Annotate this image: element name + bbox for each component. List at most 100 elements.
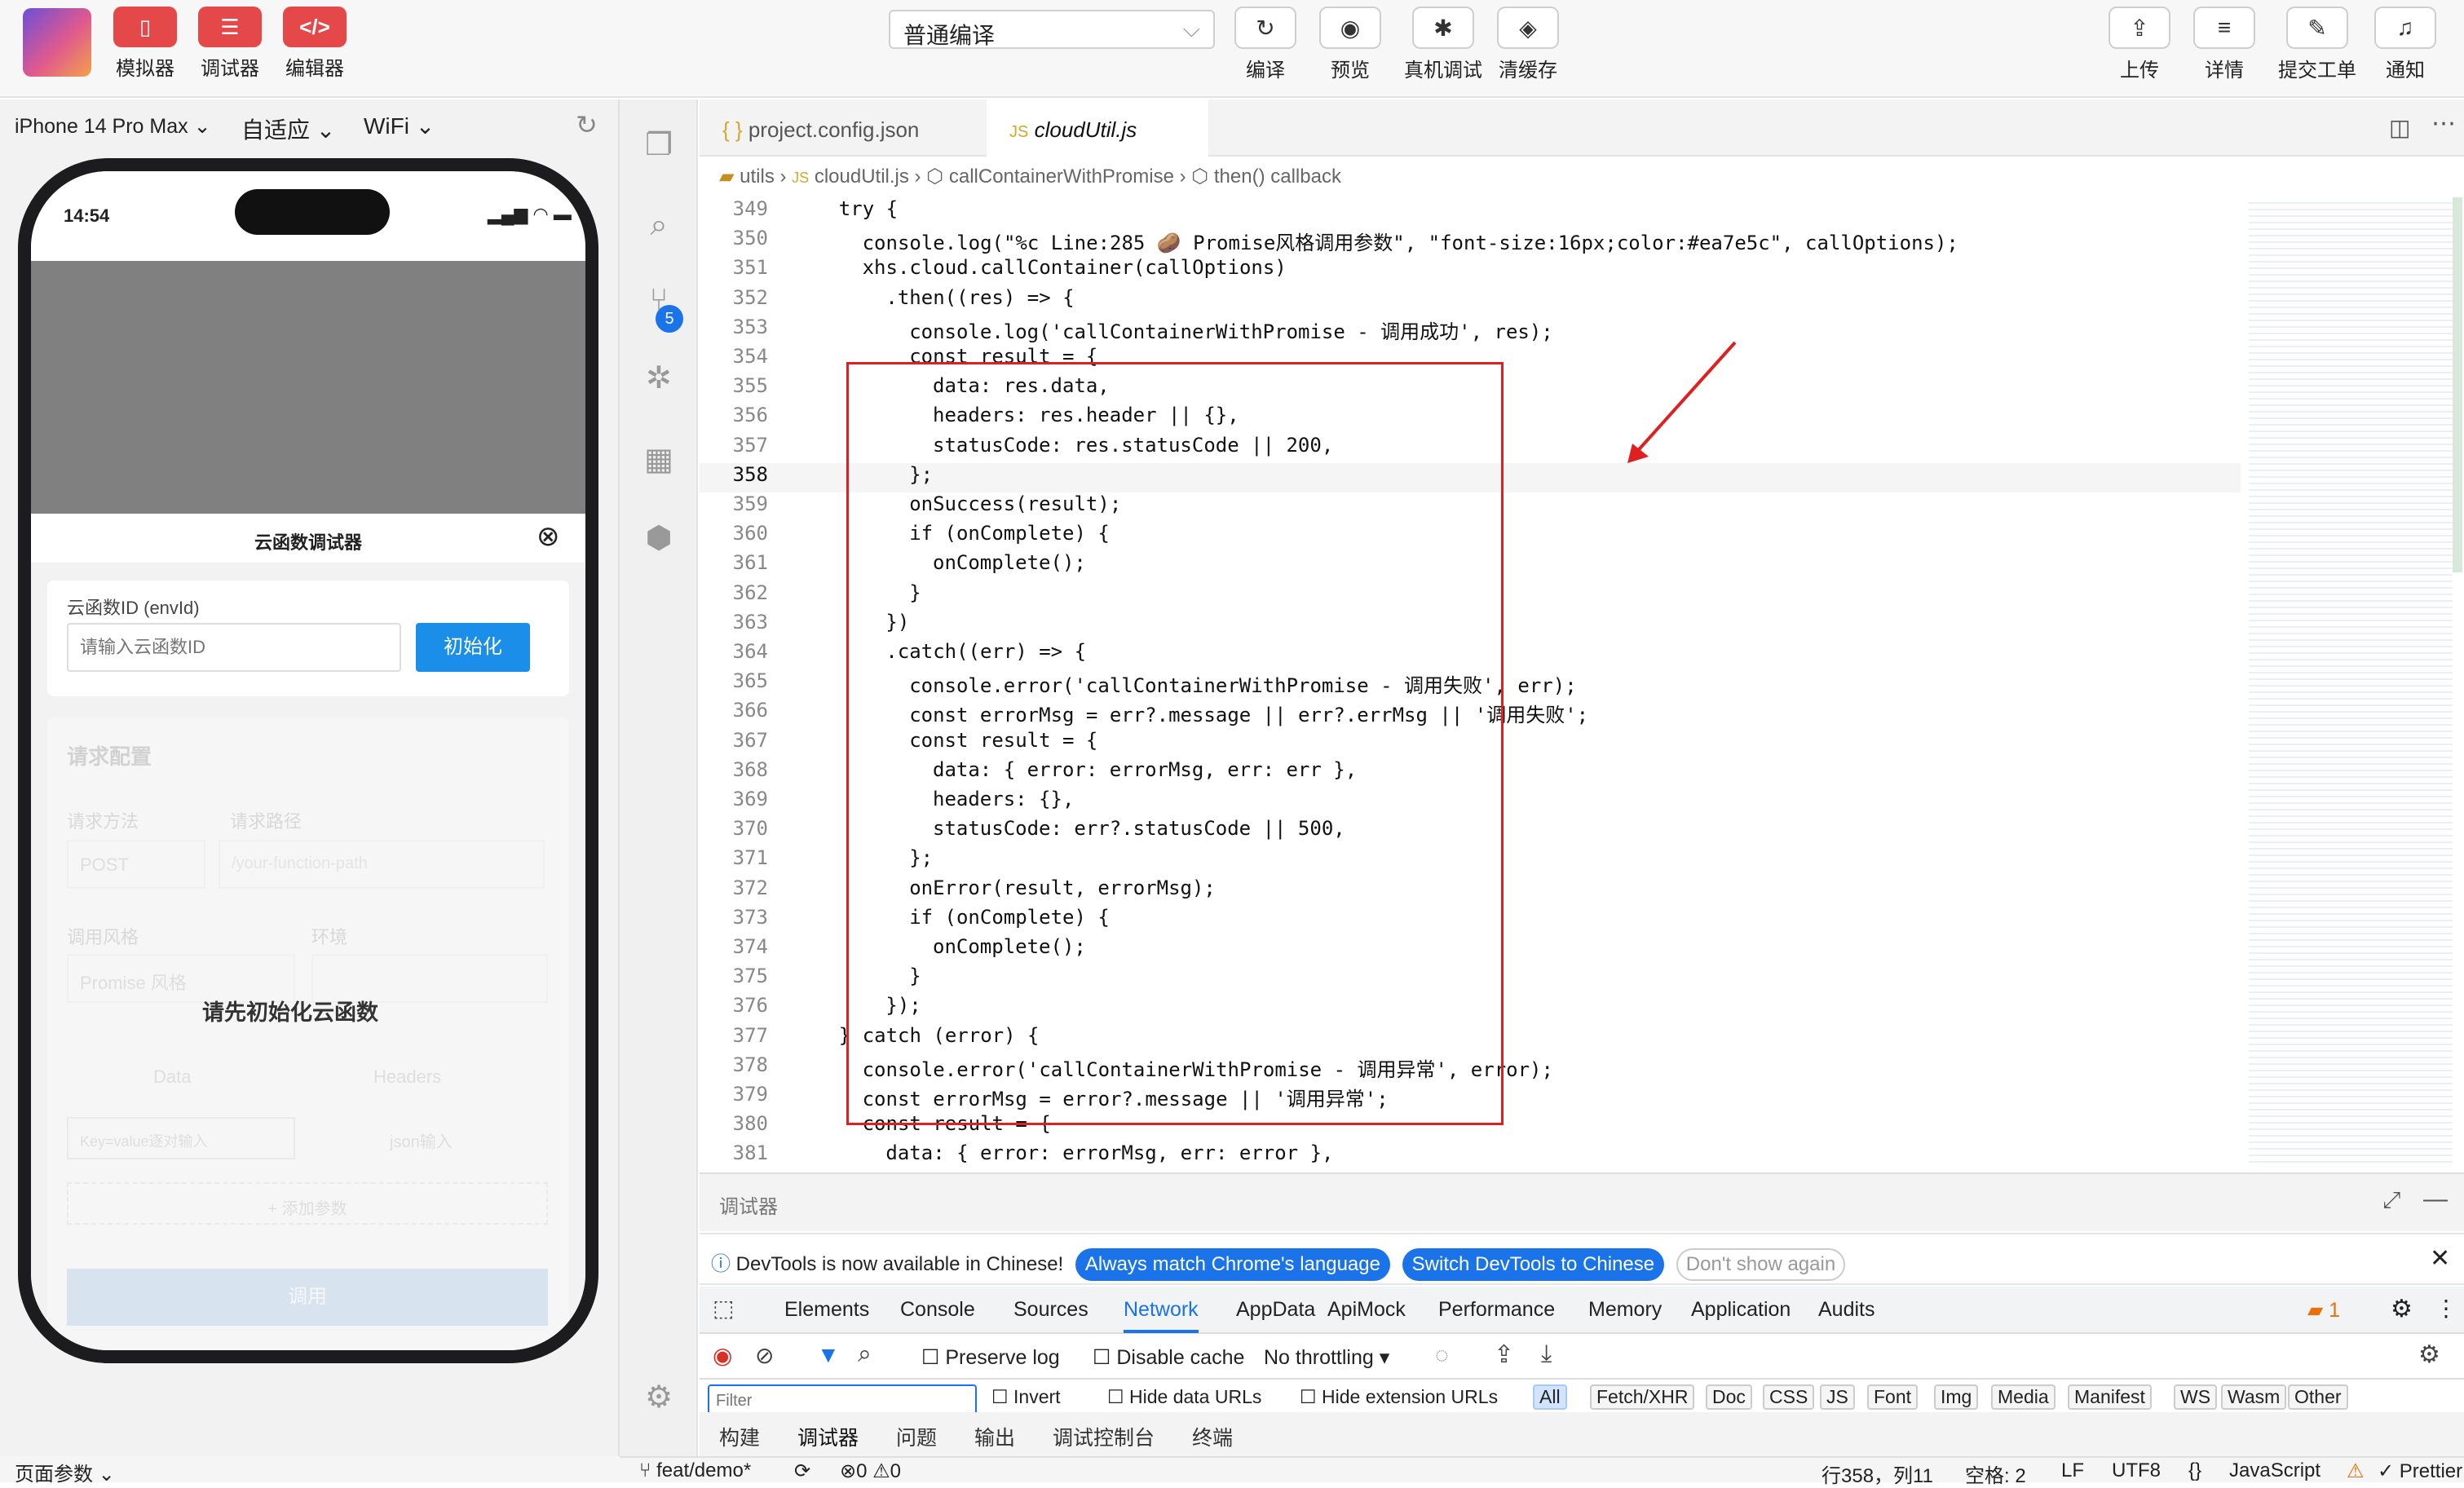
breadcrumb-utils[interactable]: utils — [740, 166, 775, 188]
real-device-debug-button[interactable]: ✱ 真机调试 — [1402, 7, 1484, 82]
settings-gear-icon[interactable]: ⚙ — [2391, 1295, 2413, 1323]
type-filter-doc[interactable]: Doc — [1706, 1384, 1752, 1410]
more-vertical-icon[interactable]: ⋮ — [2435, 1295, 2457, 1322]
type-filter-manifest[interactable]: Manifest — [2068, 1384, 2152, 1410]
devtools-tab-network[interactable]: Network — [1124, 1298, 1199, 1333]
compile-button[interactable]: ↻ 编译 — [1233, 7, 1298, 82]
device-select[interactable]: iPhone 14 Pro Max ⌄ — [15, 114, 211, 139]
settings-gear-icon[interactable]: ⚙ — [639, 1378, 678, 1417]
init-button[interactable]: 初始化 — [416, 623, 530, 672]
bottom-tab[interactable]: 构建 — [719, 1422, 760, 1451]
type-filter-all[interactable]: All — [1533, 1384, 1567, 1410]
bottom-tab[interactable]: 输出 — [974, 1422, 1015, 1451]
throttling-select[interactable]: No throttling ▾ — [1264, 1345, 1389, 1370]
preserve-log-checkbox[interactable]: ☐ Preserve log — [921, 1345, 1060, 1370]
switch-chinese-button[interactable]: Switch DevTools to Chinese — [1402, 1248, 1665, 1281]
dont-show-again-button[interactable]: Don't show again — [1676, 1248, 1846, 1281]
filter-icon[interactable]: ▼ — [817, 1342, 840, 1368]
more-icon[interactable]: ⋯ — [2431, 109, 2456, 138]
breadcrumb-callback[interactable]: then() callback — [1214, 166, 1341, 188]
bottom-tab[interactable]: 调试器 — [797, 1422, 859, 1459]
scrollbar[interactable] — [2453, 197, 2462, 572]
code-line[interactable]: 353 console.log('callContainerWithPromise… — [700, 316, 2241, 345]
app-avatar[interactable] — [23, 8, 91, 77]
type-filter-wasm[interactable]: Wasm — [2221, 1384, 2287, 1410]
indent-setting[interactable]: 空格: 2 — [1965, 1459, 2026, 1488]
export-har-icon[interactable]: ⤓ — [1541, 1340, 1552, 1368]
submit-ticket-button[interactable]: ✎ 提交工单 — [2276, 7, 2358, 82]
devtools-tab-memory[interactable]: Memory — [1588, 1298, 1662, 1322]
clear-icon[interactable]: ⊘ — [755, 1342, 774, 1369]
type-filter-css[interactable]: CSS — [1763, 1384, 1815, 1410]
scale-select[interactable]: 自适应 ⌄ — [241, 113, 335, 145]
close-icon[interactable]: ⊗ — [537, 520, 560, 553]
git-branch[interactable]: ⑂ feat/demo* — [639, 1459, 751, 1482]
bottom-tab[interactable]: 终端 — [1192, 1422, 1233, 1451]
split-editor-icon[interactable]: ◫ — [2389, 114, 2410, 141]
compile-mode-select[interactable]: 普通编译 ⌵ — [889, 10, 1215, 49]
invert-checkbox[interactable]: ☐ Invert — [991, 1386, 1061, 1408]
expand-icon[interactable]: ⤢ — [2382, 1187, 2400, 1214]
language-mode[interactable]: JavaScript — [2229, 1459, 2320, 1482]
import-har-icon[interactable]: ⇪ — [1494, 1340, 1514, 1369]
code-line[interactable]: 351 xhs.cloud.callContainer(callOptions) — [700, 256, 2241, 285]
simulator-toggle-button[interactable]: ▯ 模拟器 — [113, 7, 178, 81]
devtools-tab-sources[interactable]: Sources — [1013, 1298, 1088, 1322]
type-filter-media[interactable]: Media — [1991, 1384, 2056, 1410]
bottom-tab[interactable]: 调试控制台 — [1053, 1422, 1155, 1451]
rotate-icon[interactable]: ↻ — [576, 109, 598, 140]
type-filter-ws[interactable]: WS — [2174, 1384, 2218, 1410]
files-icon[interactable]: ❐ — [639, 126, 678, 165]
search-icon[interactable]: ⌕ — [639, 205, 678, 245]
prettier-status[interactable]: ✓ Prettier — [2378, 1459, 2462, 1483]
breadcrumb-function[interactable]: callContainerWithPromise — [949, 166, 1174, 188]
debug-icon[interactable]: ✲ — [639, 359, 678, 398]
type-filter-other[interactable]: Other — [2288, 1384, 2348, 1410]
match-language-button[interactable]: Always match Chrome's language — [1075, 1248, 1390, 1281]
cursor-position[interactable]: 行358，列11 — [1822, 1459, 1933, 1488]
encoding-setting[interactable]: UTF8 — [2112, 1459, 2161, 1482]
devtools-tab-performance[interactable]: Performance — [1438, 1298, 1555, 1322]
devtools-tab-appdata[interactable]: AppData — [1236, 1298, 1315, 1322]
code-line[interactable]: 350 console.log("%c Line:285 🥔 Promise风格调… — [700, 227, 2241, 256]
extensions-icon[interactable]: ▦ — [639, 440, 678, 479]
debugger-toggle-button[interactable]: ☰ 调试器 — [197, 7, 263, 81]
type-filter-js[interactable]: JS — [1820, 1384, 1855, 1410]
details-button[interactable]: ≡ 详情 — [2192, 7, 2257, 82]
problems-indicator[interactable]: ⊗0 ⚠0 — [840, 1459, 901, 1483]
devtools-tab-console[interactable]: Console — [900, 1298, 975, 1322]
search-icon[interactable]: ⌕ — [858, 1340, 872, 1368]
code-line[interactable]: 381 data: { error: errorMsg, err: error }… — [700, 1141, 2241, 1171]
breadcrumb-file[interactable]: cloudUtil.js — [815, 166, 909, 188]
code-line[interactable]: 352 .then((res) => { — [700, 286, 2241, 316]
preview-button[interactable]: ◉ 预览 — [1318, 7, 1383, 82]
notification-button[interactable]: ♫ 通知 — [2373, 7, 2438, 82]
devtools-tab-apimock[interactable]: ApiMock — [1327, 1298, 1406, 1322]
hexagon-icon[interactable]: ⬢ — [639, 519, 678, 558]
clear-cache-button[interactable]: ◈ 清缓存 — [1495, 7, 1561, 82]
issues-counter[interactable]: ▰ 1 — [2307, 1298, 2340, 1322]
bottom-tab[interactable]: 问题 — [896, 1422, 937, 1451]
envid-input[interactable] — [67, 623, 401, 672]
minimize-icon[interactable]: — — [2423, 1186, 2448, 1213]
type-filter-img[interactable]: Img — [1934, 1384, 1979, 1410]
filter-input[interactable] — [708, 1384, 977, 1412]
devtools-tab-audits[interactable]: Audits — [1818, 1298, 1874, 1322]
upload-button[interactable]: ⇪ 上传 — [2107, 7, 2172, 82]
devtools-tab-elements[interactable]: Elements — [784, 1298, 869, 1322]
code-line[interactable]: 349 try { — [700, 197, 2241, 227]
type-filter-fetchxhr[interactable]: Fetch/XHR — [1590, 1384, 1695, 1410]
tab-cloudutil[interactable]: JS cloudUtil.js — [987, 99, 1208, 157]
close-icon[interactable]: ✕ — [2430, 1244, 2450, 1273]
network-select[interactable]: WiFi ⌄ — [364, 113, 435, 139]
tab-project-config[interactable]: { } project.config.json — [700, 99, 985, 157]
sync-icon[interactable]: ⟳ — [794, 1459, 810, 1483]
type-filter-font[interactable]: Font — [1867, 1384, 1919, 1410]
inspect-element-icon[interactable]: ⬚ — [713, 1295, 734, 1322]
record-icon[interactable]: ◉ — [713, 1342, 732, 1369]
hide-data-urls-checkbox[interactable]: ☐ Hide data URLs — [1107, 1386, 1261, 1408]
disable-cache-checkbox[interactable]: ☐ Disable cache — [1093, 1345, 1244, 1370]
devtools-tab-application[interactable]: Application — [1691, 1298, 1791, 1322]
eol-setting[interactable]: LF — [2061, 1459, 2084, 1482]
editor-toggle-button[interactable]: </> 编辑器 — [282, 7, 347, 81]
